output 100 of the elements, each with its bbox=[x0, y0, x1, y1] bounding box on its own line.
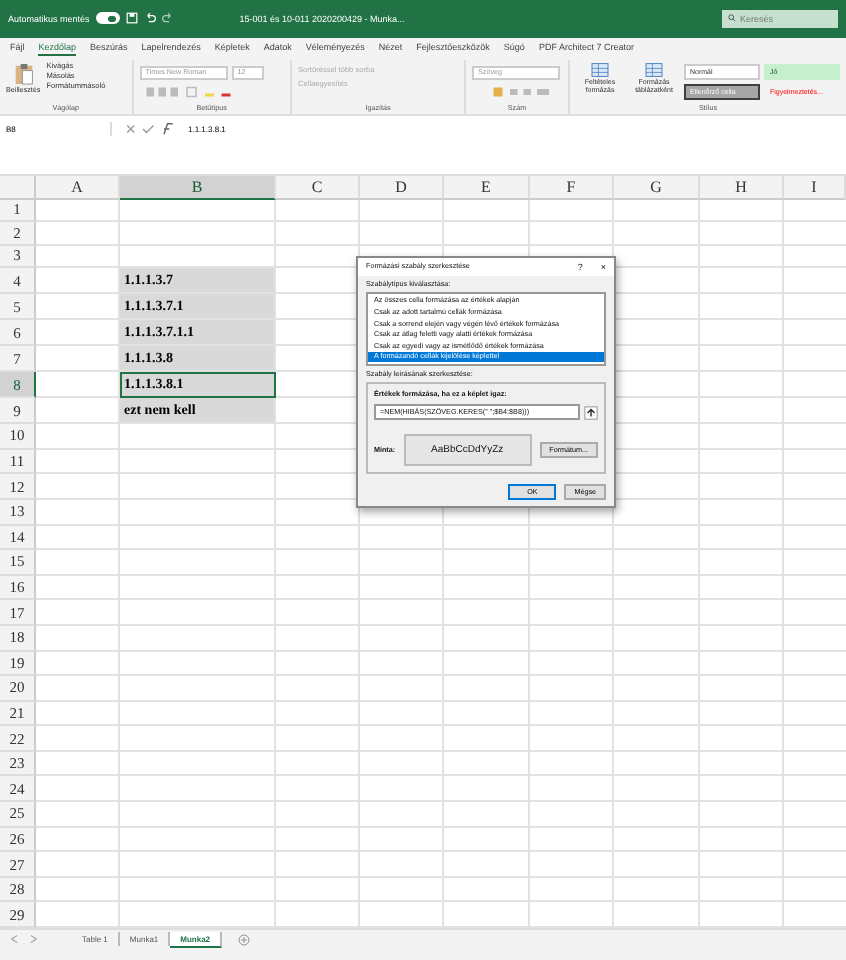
table-cell bbox=[36, 575, 120, 601]
table-cell bbox=[36, 877, 120, 903]
autosave-toggle[interactable] bbox=[95, 12, 120, 25]
table-cell bbox=[614, 877, 700, 903]
table-cell bbox=[614, 701, 700, 727]
table-cell bbox=[360, 525, 444, 551]
column-header[interactable]: A bbox=[36, 175, 120, 200]
table-cell bbox=[276, 776, 360, 803]
table-cell bbox=[36, 625, 120, 652]
table-cell bbox=[36, 222, 120, 246]
column-header[interactable]: G bbox=[614, 175, 700, 200]
table-cell bbox=[444, 625, 530, 652]
table-cell bbox=[36, 726, 120, 752]
table-cell bbox=[276, 701, 360, 727]
table-cell bbox=[530, 199, 614, 223]
undo-icon[interactable] bbox=[143, 12, 156, 25]
table-cell bbox=[444, 751, 530, 777]
table-cell bbox=[700, 600, 784, 626]
table-icon bbox=[590, 61, 610, 78]
table-cell bbox=[700, 701, 784, 727]
table-cell bbox=[276, 575, 360, 601]
add-sheet-icon[interactable] bbox=[238, 933, 251, 946]
table-cell bbox=[700, 372, 784, 399]
table-cell bbox=[444, 600, 530, 626]
table-cell bbox=[530, 625, 614, 652]
table-cell bbox=[36, 776, 120, 803]
column-header[interactable]: E bbox=[444, 175, 530, 200]
table-cell bbox=[444, 550, 530, 576]
table-cell bbox=[614, 222, 700, 246]
table-cell bbox=[614, 575, 700, 601]
table-cell bbox=[700, 474, 784, 500]
table-cell bbox=[444, 726, 530, 752]
save-icon[interactable] bbox=[125, 12, 138, 25]
table-cell bbox=[360, 651, 444, 677]
table-cell bbox=[276, 827, 360, 853]
column-header[interactable]: B bbox=[120, 175, 276, 200]
column-header[interactable]: F bbox=[530, 175, 614, 200]
table-cell bbox=[36, 424, 120, 450]
table-cell bbox=[360, 726, 444, 752]
table-cell bbox=[36, 651, 120, 677]
table-cell bbox=[360, 802, 444, 828]
redo-icon[interactable] bbox=[161, 12, 174, 25]
table-cell bbox=[614, 726, 700, 752]
column-header[interactable]: D bbox=[360, 175, 444, 200]
table-cell bbox=[614, 525, 700, 551]
table-cell bbox=[444, 525, 530, 551]
table-cell bbox=[276, 222, 360, 246]
table-cell bbox=[360, 877, 444, 903]
table-cell bbox=[530, 525, 614, 551]
table-cell bbox=[700, 398, 784, 425]
table-cell bbox=[700, 751, 784, 777]
table-cell bbox=[530, 651, 614, 677]
table-cell bbox=[614, 802, 700, 828]
table-cell bbox=[276, 550, 360, 576]
table-cell bbox=[276, 726, 360, 752]
table-cell bbox=[276, 802, 360, 828]
table-cell bbox=[614, 625, 700, 652]
table-cell bbox=[614, 751, 700, 777]
table-cell bbox=[36, 550, 120, 576]
table-cell bbox=[276, 525, 360, 551]
table-cell bbox=[360, 852, 444, 878]
column-header[interactable]: I bbox=[784, 175, 846, 200]
column-header[interactable]: H bbox=[700, 175, 784, 200]
table-cell bbox=[36, 245, 120, 269]
table-cell bbox=[36, 701, 120, 727]
table-cell bbox=[360, 676, 444, 702]
table-cell bbox=[360, 701, 444, 727]
table-cell bbox=[276, 600, 360, 626]
column-header[interactable]: C bbox=[276, 175, 360, 200]
table-cell bbox=[444, 701, 530, 727]
table-cell bbox=[530, 802, 614, 828]
table-cell bbox=[700, 651, 784, 677]
table-cell bbox=[614, 199, 700, 223]
table-cell bbox=[360, 827, 444, 853]
table-cell bbox=[530, 751, 614, 777]
table-cell bbox=[444, 776, 530, 803]
table-cell bbox=[36, 474, 120, 500]
table-cell bbox=[360, 199, 444, 223]
range-select-icon[interactable] bbox=[584, 405, 598, 420]
table-cell bbox=[276, 199, 360, 223]
table-cell bbox=[36, 852, 120, 878]
table-cell bbox=[530, 600, 614, 626]
table-icon bbox=[644, 61, 664, 78]
table-cell bbox=[36, 751, 120, 777]
table-cell bbox=[36, 802, 120, 828]
table-cell bbox=[444, 651, 530, 677]
table-cell bbox=[700, 424, 784, 450]
table-cell bbox=[360, 776, 444, 803]
table-cell bbox=[700, 199, 784, 223]
table-cell bbox=[700, 827, 784, 853]
table-cell bbox=[36, 676, 120, 702]
table-cell bbox=[530, 726, 614, 752]
table-cell bbox=[700, 222, 784, 246]
table-cell bbox=[276, 676, 360, 702]
search-icon bbox=[728, 14, 736, 23]
table-cell bbox=[360, 625, 444, 652]
table-cell bbox=[700, 776, 784, 803]
table-cell bbox=[700, 346, 784, 373]
table-cell bbox=[700, 802, 784, 828]
table-cell bbox=[700, 245, 784, 269]
